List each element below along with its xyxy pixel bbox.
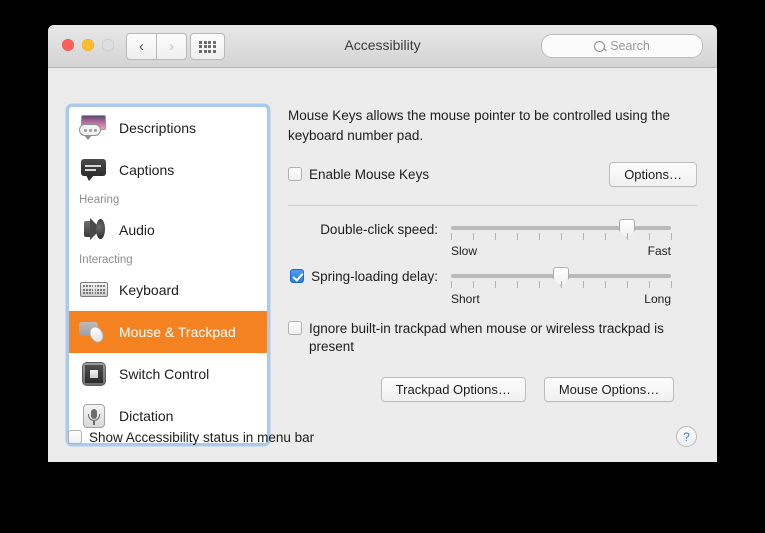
slider-max-label: Fast	[648, 244, 671, 258]
spring-loading-delay-row: Spring-loading delay: Short Long	[288, 268, 697, 306]
help-button[interactable]: ?	[676, 426, 697, 447]
divider	[288, 205, 697, 206]
double-click-speed-slider[interactable]: Slow Fast	[451, 220, 671, 258]
slider-tick	[473, 281, 474, 288]
mouse-trackpad-icon	[79, 319, 109, 345]
slider-track	[451, 226, 671, 230]
audio-icon	[79, 217, 109, 243]
slider-tick	[561, 233, 562, 240]
checkbox-label: Enable Mouse Keys	[309, 166, 429, 184]
sidebar-item-captions[interactable]: Captions	[69, 149, 267, 191]
descriptions-icon	[79, 115, 109, 141]
slider-tick	[539, 281, 540, 288]
mouse-trackpad-settings-pane: Mouse Keys allows the mouse pointer to b…	[288, 106, 697, 442]
sidebar-item-keyboard[interactable]: Keyboard	[69, 269, 267, 311]
slider-tick	[451, 233, 452, 240]
mouse-keys-options-button[interactable]: Options…	[609, 162, 697, 187]
sidebar-item-label: Descriptions	[119, 120, 196, 136]
keyboard-icon	[79, 277, 109, 303]
captions-icon	[79, 157, 109, 183]
sidebar-section-hearing: Hearing	[69, 191, 267, 209]
dictation-icon	[79, 403, 109, 429]
accessibility-preferences-window: ‹ › Accessibility Search Descriptions	[48, 25, 717, 462]
slider-tick	[583, 281, 584, 288]
slider-min-label: Short	[451, 292, 480, 306]
accessibility-feature-list[interactable]: Descriptions Captions Hearing Audio Inte…	[68, 106, 268, 444]
spring-loading-delay-label: Spring-loading delay:	[311, 268, 438, 286]
checkbox-label: Show Accessibility status in menu bar	[89, 429, 314, 447]
sidebar-item-label: Dictation	[119, 408, 173, 424]
checkbox-box	[288, 321, 302, 335]
slider-tick	[671, 233, 672, 240]
slider-tick	[495, 281, 496, 288]
slider-tick	[473, 233, 474, 240]
slider-tick	[561, 281, 562, 288]
mouse-options-button[interactable]: Mouse Options…	[544, 377, 674, 402]
sidebar-item-label: Keyboard	[119, 282, 179, 298]
ignore-trackpad-checkbox[interactable]: Ignore built-in trackpad when mouse or w…	[288, 320, 688, 356]
double-click-speed-row: Double-click speed: Slow Fast	[288, 220, 697, 258]
spring-loading-checkbox[interactable]	[290, 269, 304, 283]
show-accessibility-status-checkbox[interactable]: Show Accessibility status in menu bar	[68, 429, 314, 447]
slider-tick	[605, 281, 606, 288]
slider-tick	[539, 233, 540, 240]
slider-tick	[671, 281, 672, 288]
switch-control-icon	[79, 361, 109, 387]
slider-min-label: Slow	[451, 244, 477, 258]
sidebar-item-label: Switch Control	[119, 366, 209, 382]
sidebar-section-interacting: Interacting	[69, 251, 267, 269]
window-content: Descriptions Captions Hearing Audio Inte…	[48, 68, 717, 462]
sidebar-item-switch-control[interactable]: Switch Control	[69, 353, 267, 395]
slider-tick	[517, 281, 518, 288]
checkbox-box	[68, 430, 82, 444]
search-icon	[594, 41, 605, 52]
slider-ticks	[451, 233, 671, 243]
pane-description: Mouse Keys allows the mouse pointer to b…	[288, 106, 683, 145]
slider-tick	[627, 233, 628, 240]
sidebar-item-label: Audio	[119, 222, 155, 238]
slider-tick	[495, 233, 496, 240]
sidebar-item-descriptions[interactable]: Descriptions	[69, 107, 267, 149]
slider-tick	[583, 233, 584, 240]
sidebar-item-label: Mouse & Trackpad	[119, 324, 236, 340]
slider-tick	[605, 233, 606, 240]
search-placeholder: Search	[610, 39, 650, 53]
slider-tick	[627, 281, 628, 288]
window-footer: Show Accessibility status in menu bar ?	[68, 429, 697, 447]
slider-tick	[649, 233, 650, 240]
enable-mouse-keys-checkbox[interactable]: Enable Mouse Keys	[288, 166, 429, 184]
slider-max-label: Long	[644, 292, 671, 306]
sidebar-item-mouse-trackpad[interactable]: Mouse & Trackpad	[69, 311, 267, 353]
double-click-speed-label: Double-click speed:	[288, 220, 438, 237]
slider-tick	[649, 281, 650, 288]
search-field[interactable]: Search	[541, 34, 703, 58]
slider-ticks	[451, 281, 671, 291]
trackpad-options-button[interactable]: Trackpad Options…	[381, 377, 526, 402]
window-titlebar: ‹ › Accessibility Search	[48, 25, 717, 68]
slider-tick	[451, 281, 452, 288]
sidebar-item-label: Captions	[119, 162, 174, 178]
sidebar-item-audio[interactable]: Audio	[69, 209, 267, 251]
checkbox-label: Ignore built-in trackpad when mouse or w…	[309, 320, 688, 356]
checkbox-box	[288, 167, 302, 181]
spring-loading-delay-slider[interactable]: Short Long	[451, 268, 671, 306]
slider-tick	[517, 233, 518, 240]
